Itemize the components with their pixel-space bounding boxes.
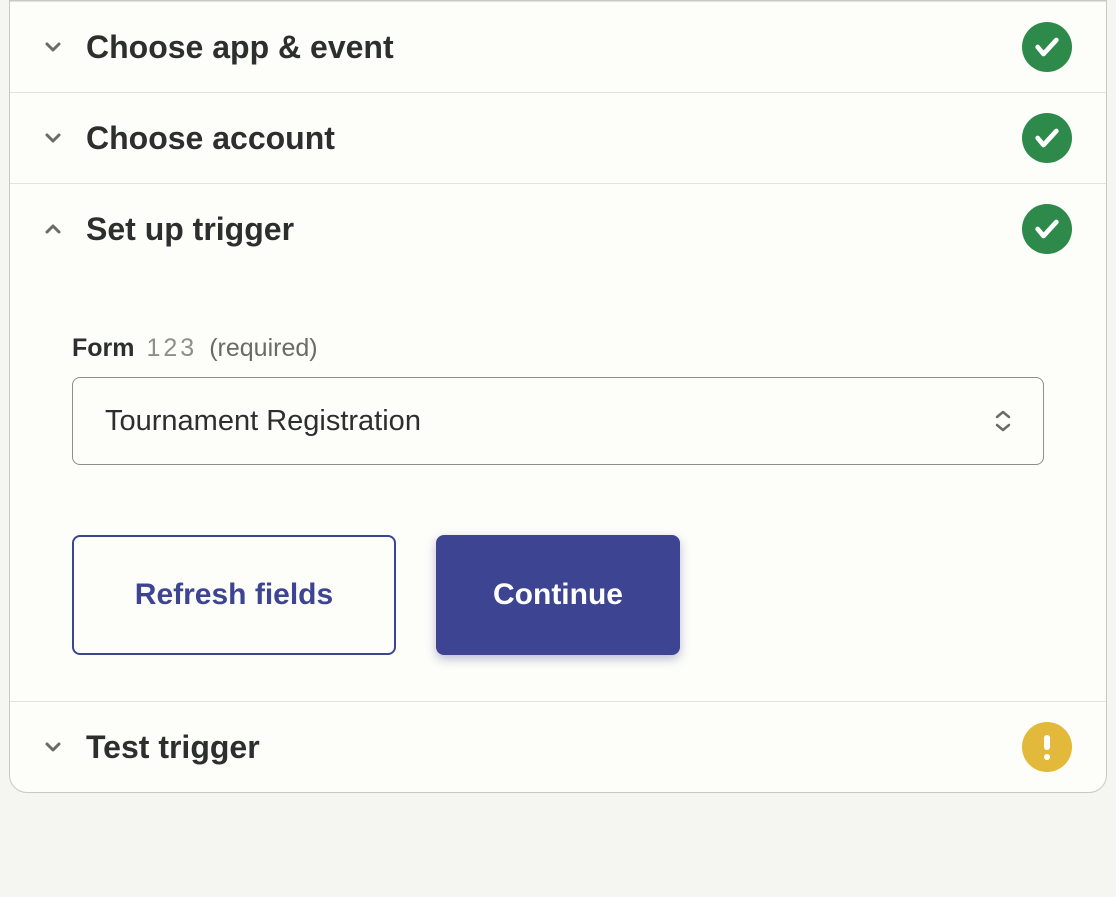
select-caret-icon <box>991 410 1015 432</box>
refresh-fields-button[interactable]: Refresh fields <box>72 535 396 655</box>
section-choose-app-event[interactable]: Choose app & event <box>10 1 1106 92</box>
section-title: Set up trigger <box>86 211 1002 248</box>
status-warning-icon <box>1022 722 1072 772</box>
continue-button[interactable]: Continue <box>436 535 680 655</box>
status-success-icon <box>1022 22 1072 72</box>
section-choose-account[interactable]: Choose account <box>10 92 1106 183</box>
form-field-label-row: Form 123 (required) <box>72 334 1044 363</box>
setup-trigger-body: Form 123 (required) Tournament Registrat… <box>10 274 1106 701</box>
button-row: Refresh fields Continue <box>72 535 1044 655</box>
section-title: Test trigger <box>86 729 1002 766</box>
status-success-icon <box>1022 204 1072 254</box>
chevron-down-icon <box>40 734 66 760</box>
section-title: Choose account <box>86 120 1002 157</box>
form-field-required: (required) <box>209 334 317 363</box>
form-select[interactable]: Tournament Registration <box>72 377 1044 465</box>
trigger-setup-panel: Choose app & event Choose account Set up… <box>9 0 1107 793</box>
section-setup-trigger[interactable]: Set up trigger <box>10 183 1106 274</box>
form-select-value: Tournament Registration <box>105 405 421 438</box>
chevron-down-icon <box>40 125 66 151</box>
chevron-down-icon <box>40 34 66 60</box>
chevron-up-icon <box>40 216 66 242</box>
form-field-label: Form <box>72 334 135 363</box>
section-test-trigger[interactable]: Test trigger <box>10 701 1106 792</box>
form-field-hint: 123 <box>147 334 198 363</box>
status-success-icon <box>1022 113 1072 163</box>
section-title: Choose app & event <box>86 29 1002 66</box>
